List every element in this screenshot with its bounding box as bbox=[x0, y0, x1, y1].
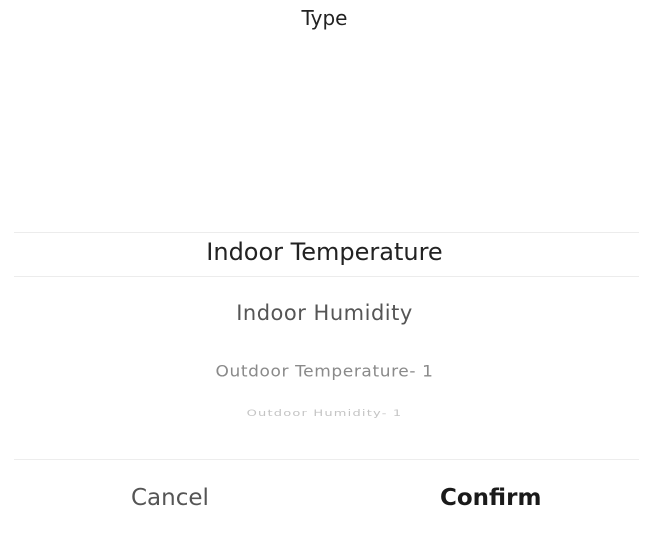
picker-option[interactable]: Outdoor Humidity- 1 bbox=[0, 408, 649, 419]
selection-line-top bbox=[14, 232, 639, 233]
selection-line-bottom bbox=[14, 276, 639, 277]
dialog-title: Type bbox=[301, 6, 348, 30]
actions-divider bbox=[14, 459, 639, 460]
picker-option[interactable]: Outdoor Temperature- 1 bbox=[0, 363, 649, 381]
type-wheel-picker[interactable]: Indoor Temperature Indoor Humidity Outdo… bbox=[0, 110, 649, 455]
picker-option[interactable]: Indoor Humidity bbox=[0, 301, 649, 325]
picker-option-selected[interactable]: Indoor Temperature bbox=[0, 238, 649, 266]
type-picker-dialog: Type Indoor Temperature Indoor Humidity … bbox=[0, 0, 649, 548]
confirm-button[interactable]: Confirm bbox=[440, 485, 541, 511]
cancel-button[interactable]: Cancel bbox=[131, 485, 209, 511]
